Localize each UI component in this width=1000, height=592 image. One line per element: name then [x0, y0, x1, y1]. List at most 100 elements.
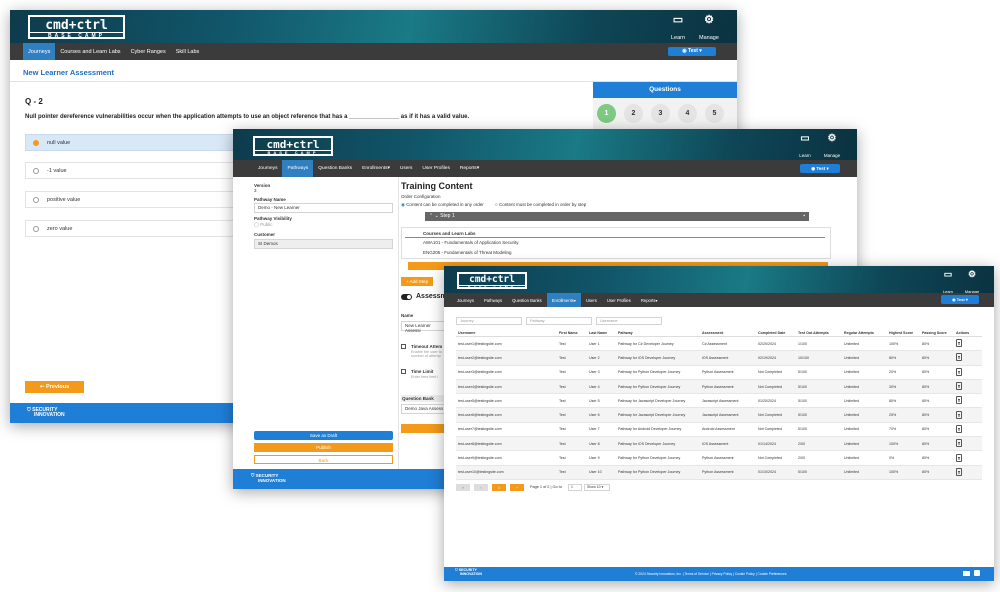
nav-pathways[interactable]: Pathways: [479, 293, 507, 307]
manage-button[interactable]: ⚙ Manage: [820, 133, 844, 162]
nav-reports[interactable]: Reports ▾: [455, 160, 484, 177]
nav-cyber-ranges[interactable]: Cyber Ranges: [126, 43, 171, 60]
nav-pathways[interactable]: Pathways: [282, 160, 314, 177]
go-to-page-input[interactable]: 1: [568, 484, 582, 491]
courses-divider: [405, 237, 825, 238]
version-value: 3: [254, 188, 257, 193]
nav-enrollments[interactable]: Enrollments ▾: [546, 293, 581, 307]
customer-select[interactable]: SI Demos: [254, 239, 393, 249]
back-button[interactable]: Back: [254, 455, 393, 464]
pathway-filter-input[interactable]: Pathway: [526, 317, 592, 325]
table-cell: C# Assessment: [700, 336, 756, 352]
questions-panel-title: Questions: [593, 82, 737, 98]
table-cell: 80%: [920, 436, 954, 452]
question-nav-button[interactable]: 4: [678, 104, 697, 123]
assessment-name-input[interactable]: New Learner Assessi: [401, 321, 449, 333]
mail-icon[interactable]: [963, 571, 970, 576]
page-size-select[interactable]: Show 10 ▾: [584, 484, 610, 491]
actions-icon[interactable]: [956, 410, 962, 419]
table-cell: 80%: [887, 393, 920, 409]
user-menu-button[interactable]: ◉ Test ▾: [800, 164, 840, 173]
table-cell: 02/20/2024: [756, 336, 796, 352]
actions-cell: [954, 393, 982, 409]
table-cell: Pathway for Android Developer Journey: [616, 422, 700, 438]
nav-courses[interactable]: Courses and Learn Labs: [55, 43, 125, 60]
nav-question-banks[interactable]: Question Banks: [313, 160, 357, 177]
column-header[interactable]: Actions: [954, 329, 982, 337]
column-header[interactable]: Last Name: [587, 329, 616, 337]
question-nav-button[interactable]: 1: [597, 104, 616, 123]
previous-button[interactable]: ⇠ Previous: [25, 381, 84, 393]
username-filter-input[interactable]: Username: [596, 317, 662, 325]
nav-user-profiles[interactable]: User Profiles: [417, 160, 454, 177]
nav-question-banks[interactable]: Question Banks: [507, 293, 547, 307]
learn-button[interactable]: ▭ Learn: [666, 13, 690, 44]
learn-button[interactable]: ▭ Learn: [794, 133, 816, 162]
user-menu-button[interactable]: ◉ Test ▾: [668, 47, 716, 56]
publish-button[interactable]: Publish: [254, 443, 393, 452]
actions-icon[interactable]: [956, 424, 962, 433]
journey-filter-input[interactable]: Journey: [456, 317, 522, 325]
nav-journeys[interactable]: Journeys: [452, 293, 479, 307]
column-header[interactable]: Passing Score: [920, 329, 954, 337]
table-cell: 80%: [887, 350, 920, 366]
question-bank-select[interactable]: Demo Java Assess: [401, 404, 449, 414]
save-draft-button[interactable]: Save as Draft: [254, 431, 393, 440]
actions-icon[interactable]: [956, 367, 962, 376]
table-cell: 5/100: [796, 365, 842, 380]
actions-icon[interactable]: [956, 396, 962, 405]
column-header[interactable]: Assessment: [700, 329, 756, 337]
pathway-name-input[interactable]: Demo - New Learner: [254, 203, 393, 213]
column-header[interactable]: First Name: [557, 329, 587, 337]
actions-icon[interactable]: [956, 467, 962, 476]
table-cell: Javascript Assessment: [700, 393, 756, 409]
column-header[interactable]: Username: [456, 329, 557, 337]
order-option-any[interactable]: ◉ Content can be completed in any order: [401, 202, 484, 208]
nav-user-profiles[interactable]: User Profiles: [602, 293, 636, 307]
actions-icon[interactable]: [956, 453, 962, 462]
column-header[interactable]: Highest Score: [887, 329, 920, 337]
nav-users[interactable]: Users: [395, 160, 418, 177]
linkedin-icon[interactable]: [974, 570, 980, 576]
nav-users[interactable]: Users: [581, 293, 602, 307]
app-header: cmd+ctrl BASE CAMP ▭ Learn ⚙ Manage: [10, 10, 737, 43]
prev-page-button[interactable]: ‹: [474, 484, 488, 491]
actions-icon[interactable]: [956, 339, 962, 348]
timeout-checkbox[interactable]: [401, 344, 406, 349]
actions-icon[interactable]: [956, 353, 962, 362]
table-cell: 0%: [887, 450, 920, 466]
chevron-down-icon: ▾: [825, 166, 829, 171]
table-cell: Test: [557, 336, 587, 352]
assessment-add-bar[interactable]: [401, 424, 449, 433]
next-page-button[interactable]: ›: [510, 484, 524, 491]
time-limit-checkbox[interactable]: [401, 369, 406, 374]
manage-button[interactable]: ⚙ Manage: [696, 13, 722, 44]
nav-enrollments[interactable]: Enrollments ▾: [357, 160, 395, 177]
visibility-toggle[interactable]: ◯ Public: [254, 222, 273, 228]
order-option-step[interactable]: ○ Content must be completed in order by …: [495, 202, 586, 207]
column-header[interactable]: Completed Date: [756, 329, 796, 337]
question-nav-button[interactable]: 5: [705, 104, 724, 123]
pager-text: Page 1 of 2 | Go to: [530, 485, 562, 489]
nav-journeys[interactable]: Journeys: [253, 160, 282, 177]
actions-icon[interactable]: [956, 439, 962, 448]
table-cell: 80%: [920, 350, 954, 366]
current-page-button[interactable]: 1: [492, 484, 506, 491]
add-step-button[interactable]: + Add Step: [401, 277, 433, 286]
footer-links[interactable]: © 2024 Security Innovation, Inc. | Terms…: [635, 572, 786, 576]
nav-journeys[interactable]: Journeys: [23, 43, 56, 60]
column-header[interactable]: Test Out Attempts: [796, 329, 842, 337]
table-cell: Pathway for Javascript Developer Journey: [616, 393, 700, 409]
first-page-button[interactable]: «: [456, 484, 470, 491]
column-header[interactable]: Pathway: [616, 329, 700, 337]
question-nav-button[interactable]: 3: [651, 104, 670, 123]
user-menu-button[interactable]: ◉ Test ▾: [941, 295, 979, 304]
nav-reports[interactable]: Reports ▾: [636, 293, 663, 307]
nav-skill-labs[interactable]: Skill Labs: [171, 43, 205, 60]
gear-icon: ⚙: [704, 14, 714, 26]
question-nav-button[interactable]: 2: [624, 104, 643, 123]
column-header[interactable]: Regular Attempts: [842, 329, 887, 337]
assessment-toggle-icon[interactable]: [401, 294, 412, 300]
actions-icon[interactable]: [956, 382, 962, 391]
trash-icon[interactable]: ▪: [803, 212, 805, 221]
